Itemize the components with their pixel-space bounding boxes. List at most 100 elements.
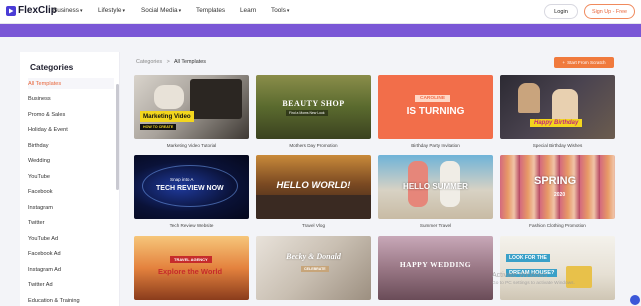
- sidebar-item-twitter-ad[interactable]: Twitter Ad: [28, 279, 114, 290]
- nav-lifestyle[interactable]: Lifestyle▾: [98, 7, 125, 14]
- sidebar-item-facebook-ad[interactable]: Facebook Ad: [28, 248, 114, 259]
- template-caption: Summer Travel: [419, 223, 452, 228]
- template-caption: Fashion Clothing Promotion: [529, 223, 586, 228]
- sidebar-item-youtube[interactable]: YouTube: [28, 171, 114, 182]
- nav-tools[interactable]: Tools▾: [271, 7, 289, 14]
- sidebar-item-wedding[interactable]: Wedding: [28, 155, 114, 166]
- sidebar-item-promo-sales[interactable]: Promo & Sales: [28, 109, 114, 120]
- watermark-line2: Go to PC settings to activate Windows.: [492, 281, 575, 286]
- chevron-down-icon: ▾: [79, 8, 83, 14]
- sidebar-item-twitter[interactable]: Twitter: [28, 217, 114, 228]
- template-thumbnail[interactable]: Becky & Donald CELEBRATE: [256, 236, 371, 300]
- thumb-title: BEAUTY SHOP: [282, 99, 345, 108]
- template-card[interactable]: TRAVEL AGENCY Explore the World: [134, 236, 249, 300]
- template-caption: Mothers Day Promotion: [289, 143, 338, 148]
- thumb-title: Marketing Video: [140, 111, 194, 122]
- nav-learn[interactable]: Learn: [240, 7, 256, 14]
- thumb-subtitle: LOOK FOR THE: [506, 254, 550, 262]
- template-thumbnail[interactable]: LOOK FOR THE DREAM HOUSE?: [500, 236, 615, 300]
- template-card[interactable]: HELLO SUMMER Summer Travel: [378, 155, 493, 228]
- template-card[interactable]: Becky & Donald CELEBRATE: [256, 236, 371, 300]
- chevron-down-icon: ▾: [286, 8, 290, 14]
- page: FlexClip Business▾ Lifestyle▾ Social Med…: [0, 0, 641, 306]
- template-thumbnail[interactable]: HELLO WORLD!: [256, 155, 371, 219]
- start-from-scratch-button[interactable]: + Start From Scratch: [554, 57, 614, 68]
- template-card[interactable]: Marketing Video HOW TO CREATE Marketing …: [134, 75, 249, 148]
- thumb-title: Becky & Donald: [286, 252, 341, 261]
- thumb-title: HELLO WORLD!: [276, 180, 351, 191]
- sidebar-title: Categories: [30, 62, 74, 72]
- template-thumbnail[interactable]: HELLO SUMMER: [378, 155, 493, 219]
- template-card[interactable]: Happy Birthday Special Birthday Wishes: [500, 75, 615, 148]
- logo-text: FlexClip: [18, 5, 57, 16]
- sidebar-item-holiday-event[interactable]: Holiday & Event: [28, 124, 114, 135]
- flexclip-logo-icon: [6, 5, 16, 16]
- sidebar-item-facebook[interactable]: Facebook: [28, 186, 114, 197]
- template-card[interactable]: HELLO WORLD! Travel Vlog: [256, 155, 371, 228]
- thumb-subtitle: TRAVEL AGENCY: [170, 256, 212, 263]
- thumb-subtitle: Find a Moms New Look: [286, 110, 328, 116]
- breadcrumb-root[interactable]: Categories: [136, 59, 162, 65]
- thumb-title: HAPPY WEDDING: [399, 260, 472, 269]
- template-caption: Marketing Video Tutorial: [166, 143, 217, 148]
- thumb-subtitle: Snap into A: [170, 177, 194, 182]
- template-card[interactable]: HAPPY WEDDING: [378, 236, 493, 300]
- template-thumbnail[interactable]: HAPPY WEDDING: [378, 236, 493, 300]
- template-thumbnail[interactable]: CAROLINE IS TURNING: [378, 75, 493, 139]
- template-card[interactable]: LOOK FOR THE DREAM HOUSE?: [500, 236, 615, 300]
- plus-icon: +: [562, 60, 566, 65]
- nav-social-media[interactable]: Social Media▾: [141, 7, 181, 14]
- thumb-title: IS TURNING: [406, 106, 465, 117]
- start-from-scratch-label: Start From Scratch: [567, 60, 606, 65]
- logo[interactable]: FlexClip: [6, 5, 57, 16]
- template-thumbnail[interactable]: SPRING 2020: [500, 155, 615, 219]
- top-nav: FlexClip Business▾ Lifestyle▾ Social Med…: [0, 0, 641, 24]
- sidebar-item-instagram[interactable]: Instagram: [28, 202, 114, 213]
- breadcrumb-current: All Templates: [173, 59, 206, 65]
- promo-banner: [0, 24, 641, 37]
- template-caption: Travel Vlog: [301, 223, 326, 228]
- template-card[interactable]: Snap into A TECH REVIEW NOW Tech Review …: [134, 155, 249, 228]
- nav-lifestyle-label: Lifestyle: [98, 7, 122, 14]
- nav-business[interactable]: Business▾: [53, 7, 82, 14]
- nav-learn-label: Learn: [240, 7, 257, 14]
- thumb-title: HELLO SUMMER: [403, 182, 468, 191]
- thumb-title: Explore the World: [158, 267, 223, 276]
- chevron-down-icon: ▾: [178, 8, 182, 14]
- sidebar-item-youtube-ad[interactable]: YouTube Ad: [28, 233, 114, 244]
- thumb-title: SPRING: [534, 175, 577, 187]
- sidebar-item-birthday[interactable]: Birthday: [28, 140, 114, 151]
- template-thumbnail[interactable]: Marketing Video HOW TO CREATE: [134, 75, 249, 139]
- chevron-down-icon: ▾: [122, 8, 125, 14]
- nav-tools-label: Tools: [271, 7, 286, 14]
- template-thumbnail[interactable]: Happy Birthday: [500, 75, 615, 139]
- sidebar-scrollbar[interactable]: [116, 84, 119, 190]
- sidebar-item-instagram-ad[interactable]: Instagram Ad: [28, 264, 114, 275]
- breadcrumb: Categories > All Templates: [136, 59, 206, 65]
- template-caption: Birthday Party Invitation: [411, 143, 460, 148]
- nav-business-label: Business: [53, 7, 79, 14]
- template-thumbnail[interactable]: TRAVEL AGENCY Explore the World: [134, 236, 249, 300]
- thumb-title: TECH REVIEW NOW: [156, 185, 224, 192]
- thumb-subtitle: 2020: [554, 192, 566, 198]
- sidebar-item-education-training[interactable]: Education & Training: [28, 295, 114, 306]
- nav-templates-label: Templates: [196, 7, 226, 14]
- template-caption: Special Birthday Wishes: [532, 143, 583, 148]
- categories-sidebar: Categories All Templates Business Promo …: [20, 52, 120, 306]
- template-thumbnail[interactable]: BEAUTY SHOP Find a Moms New Look: [256, 75, 371, 139]
- breadcrumb-separator: >: [166, 59, 170, 65]
- template-card[interactable]: SPRING 2020 Fashion Clothing Promotion: [500, 155, 615, 228]
- nav-templates[interactable]: Templates: [196, 7, 225, 14]
- nav-social-media-label: Social Media: [141, 7, 178, 14]
- sidebar-item-all-templates[interactable]: All Templates: [28, 78, 114, 89]
- template-card[interactable]: BEAUTY SHOP Find a Moms New Look Mothers…: [256, 75, 371, 148]
- template-thumbnail[interactable]: Snap into A TECH REVIEW NOW: [134, 155, 249, 219]
- windows-activation-watermark: Activate Windows Go to PC settings to ac…: [492, 272, 575, 288]
- login-button[interactable]: Login: [544, 4, 578, 19]
- signup-button[interactable]: Sign Up - Free: [584, 4, 635, 19]
- chat-bubble-icon[interactable]: [630, 295, 640, 305]
- thumb-subtitle: HOW TO CREATE: [140, 124, 177, 130]
- thumb-subtitle: CELEBRATE: [301, 266, 329, 272]
- template-card[interactable]: CAROLINE IS TURNING Birthday Party Invit…: [378, 75, 493, 148]
- sidebar-item-business[interactable]: Business: [28, 93, 114, 104]
